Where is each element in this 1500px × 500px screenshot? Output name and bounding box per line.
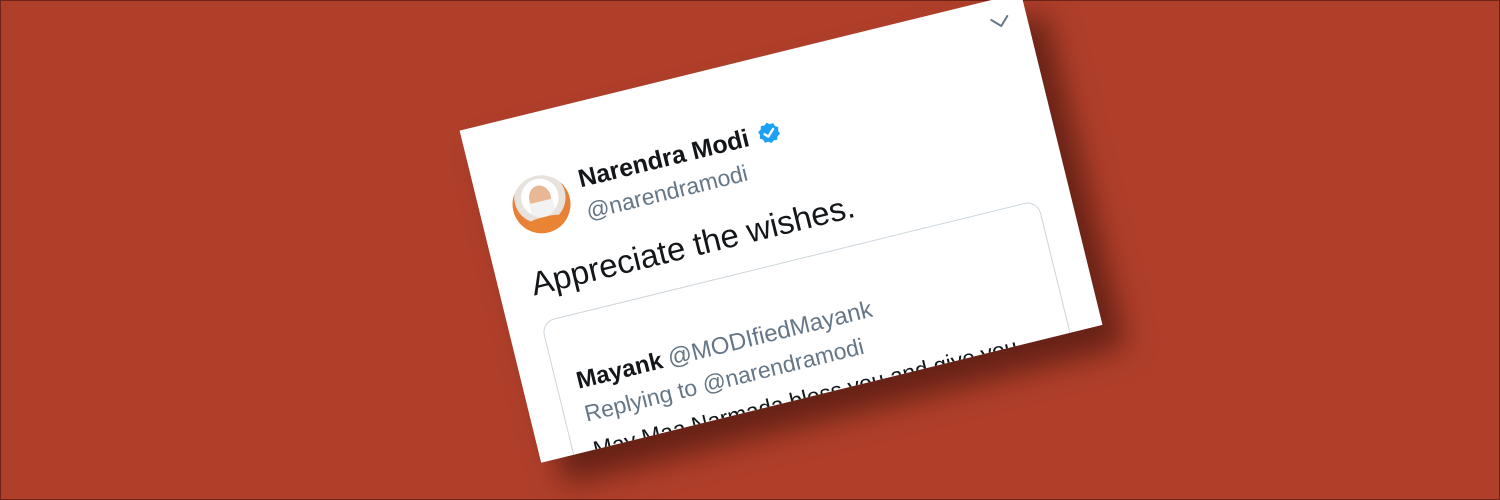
verified-badge-icon (758, 122, 780, 143)
chevron-down-icon[interactable] (987, 8, 1014, 35)
avatar[interactable] (506, 169, 577, 240)
